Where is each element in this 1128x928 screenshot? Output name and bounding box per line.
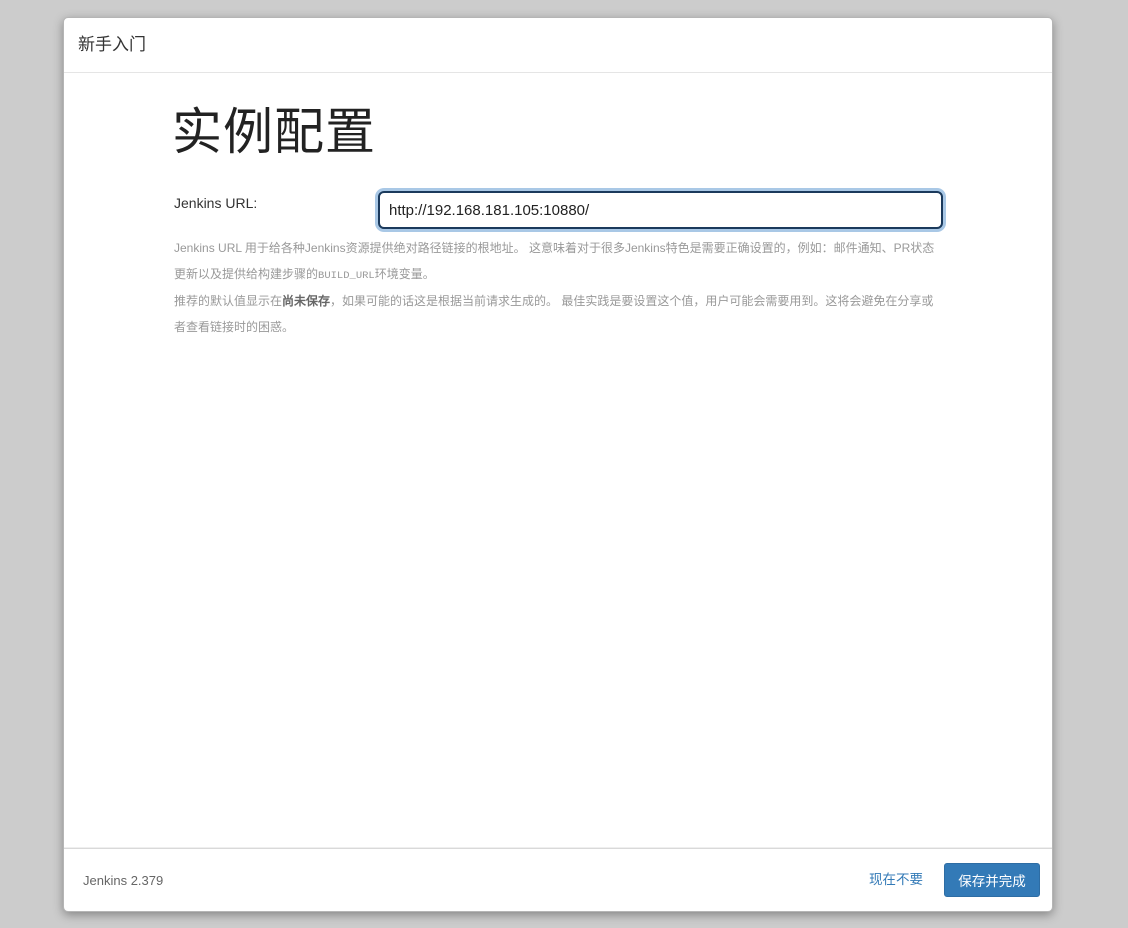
build-url-code: BUILD_URL bbox=[318, 269, 375, 282]
save-and-finish-button[interactable]: 保存并完成 bbox=[944, 863, 1040, 897]
not-saved-emphasis: 尚未保存 bbox=[282, 294, 331, 308]
help-text: Jenkins URL 用于给各种Jenkins资源提供绝对路径链接的根地址。 … bbox=[174, 241, 935, 281]
jenkins-url-help: Jenkins URL 用于给各种Jenkins资源提供绝对路径链接的根地址。 … bbox=[174, 236, 944, 340]
help-text: 推荐的默认值显示在 bbox=[174, 294, 283, 308]
jenkins-url-label: Jenkins URL: bbox=[174, 195, 258, 211]
dialog-footer: Jenkins 2.379 现在不要 保存并完成 bbox=[64, 848, 1052, 911]
page-title: 实例配置 bbox=[172, 104, 376, 160]
jenkins-version: Jenkins 2.379 bbox=[83, 873, 164, 888]
setup-wizard-dialog: 新手入门 实例配置 Jenkins URL: Jenkins URL 用于给各种… bbox=[63, 17, 1053, 912]
jenkins-url-input[interactable] bbox=[378, 191, 943, 229]
dialog-header: 新手入门 bbox=[64, 18, 1052, 73]
help-paragraph-2: 推荐的默认值显示在尚未保存，如果可能的话这是根据当前请求生成的。 最佳实践是要设… bbox=[174, 289, 944, 340]
help-paragraph-1: Jenkins URL 用于给各种Jenkins资源提供绝对路径链接的根地址。 … bbox=[174, 236, 944, 289]
dialog-title: 新手入门 bbox=[78, 35, 146, 54]
skip-button[interactable]: 现在不要 bbox=[869, 871, 923, 889]
help-text: 环境变量。 bbox=[374, 266, 435, 281]
